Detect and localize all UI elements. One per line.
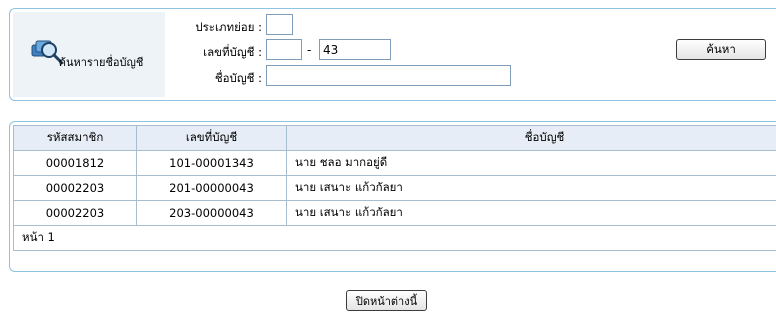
table-header-row: รหัสสมาชิก เลขที่บัญชี ชื่อบัญชี xyxy=(13,125,776,151)
account-no-suffix-input[interactable] xyxy=(319,39,391,60)
account-name-label: ชื่อบัญชี : xyxy=(214,71,262,85)
account-name-cell[interactable]: นาย เสนาะ แก้วกัลยา xyxy=(286,200,776,226)
results-panel: รหัสสมาชิก เลขที่บัญชี ชื่อบัญชี 0000181… xyxy=(9,121,776,272)
account-name-input[interactable] xyxy=(266,65,511,86)
pager-row: หน้า 1 xyxy=(13,225,776,251)
member-id-cell: 00001812 xyxy=(13,150,137,176)
page-indicator[interactable]: หน้า 1 xyxy=(13,225,776,251)
column-header-member-id[interactable]: รหัสสมาชิก xyxy=(13,125,137,151)
close-window-button[interactable]: ปิดหน้าต่างนี้ xyxy=(346,290,427,311)
table-row[interactable]: 00002203 201-00000043 นาย เสนาะ แก้วกัลย… xyxy=(13,175,776,201)
subtype-input[interactable] xyxy=(266,14,293,35)
account-name-cell[interactable]: นาย ชลอ มากอยู่ดี xyxy=(286,150,776,176)
account-no-separator: - xyxy=(307,43,312,57)
table-row[interactable]: 00002203 203-00000043 นาย เสนาะ แก้วกัลย… xyxy=(13,200,776,226)
account-name-cell[interactable]: นาย เสนาะ แก้วกัลยา xyxy=(286,175,776,201)
account-no-label: เลขที่บัญชี : xyxy=(203,45,262,59)
column-header-account-no[interactable]: เลขที่บัญชี xyxy=(136,125,287,151)
table-row[interactable]: 00001812 101-00001343 นาย ชลอ มากอยู่ดี xyxy=(13,150,776,176)
member-id-cell: 00002203 xyxy=(13,200,137,226)
account-no-cell[interactable]: 203-00000043 xyxy=(136,200,287,226)
search-title-cell: ค้นหารายชื่อบัญชี xyxy=(13,12,165,97)
account-no-cell[interactable]: 201-00000043 xyxy=(136,175,287,201)
search-panel: ค้นหารายชื่อบัญชี ประเภทย่อย : เลขที่บัญ… xyxy=(9,8,776,101)
account-no-prefix-input[interactable] xyxy=(266,39,302,60)
member-id-cell: 00002203 xyxy=(13,175,137,201)
search-button[interactable]: ค้นหา xyxy=(676,39,766,60)
results-table: รหัสสมาชิก เลขที่บัญชี ชื่อบัญชี 0000181… xyxy=(13,125,776,251)
account-no-cell[interactable]: 101-00001343 xyxy=(136,150,287,176)
column-header-account-name[interactable]: ชื่อบัญชี xyxy=(286,125,776,151)
search-title: ค้นหารายชื่อบัญชี xyxy=(58,56,144,69)
subtype-label: ประเภทย่อย : xyxy=(195,20,262,34)
